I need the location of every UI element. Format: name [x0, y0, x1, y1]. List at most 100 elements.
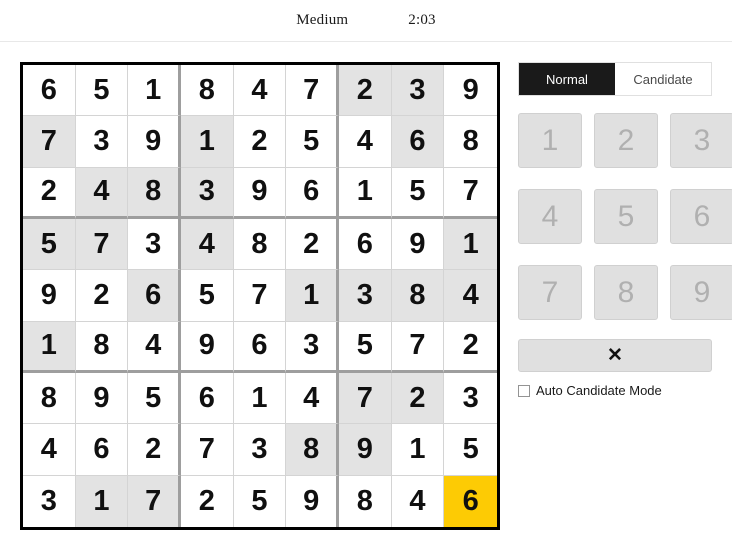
sudoku-cell[interactable]: 1	[181, 116, 234, 168]
number-button-8[interactable]: 8	[594, 265, 658, 320]
sudoku-cell[interactable]: 4	[339, 116, 392, 168]
sudoku-cell[interactable]: 5	[75, 65, 129, 117]
sudoku-cell[interactable]: 4	[75, 167, 129, 219]
sudoku-cell[interactable]: 3	[23, 475, 76, 527]
sudoku-cell[interactable]: 7	[391, 321, 445, 373]
sudoku-cell[interactable]: 1	[444, 218, 497, 271]
sudoku-cell[interactable]: 4	[286, 372, 339, 425]
sudoku-cell[interactable]: 7	[75, 218, 129, 271]
number-button-7[interactable]: 7	[518, 265, 582, 320]
sudoku-cell[interactable]: 9	[444, 65, 497, 117]
sudoku-cell[interactable]: 6	[23, 65, 76, 117]
sudoku-cell[interactable]: 1	[233, 372, 287, 425]
sudoku-cell[interactable]: 6	[75, 424, 129, 476]
sudoku-cell[interactable]: 5	[444, 424, 497, 476]
sudoku-cell[interactable]: 8	[75, 321, 129, 373]
number-button-3[interactable]: 3	[670, 113, 732, 168]
sudoku-cell[interactable]: 5	[339, 321, 392, 373]
sudoku-cell[interactable]: 7	[444, 167, 497, 219]
sudoku-cell[interactable]: 4	[391, 475, 445, 527]
sudoku-cell[interactable]: 9	[286, 475, 339, 527]
sudoku-cell[interactable]: 8	[286, 424, 339, 476]
number-button-9[interactable]: 9	[670, 265, 732, 320]
sudoku-cell[interactable]: 4	[181, 218, 234, 271]
number-button-6[interactable]: 6	[670, 189, 732, 244]
sudoku-cell[interactable]: 9	[75, 372, 129, 425]
sudoku-cell[interactable]: 4	[23, 424, 76, 476]
sudoku-cell[interactable]: 2	[128, 424, 181, 476]
sudoku-cell[interactable]: 8	[391, 270, 445, 322]
sudoku-cell[interactable]: 1	[286, 270, 339, 322]
mode-tab-normal[interactable]: Normal	[519, 63, 615, 95]
sudoku-cell[interactable]: 8	[128, 167, 181, 219]
sudoku-cell[interactable]: 7	[233, 270, 287, 322]
sudoku-cell[interactable]: 2	[339, 65, 392, 117]
sudoku-cell[interactable]: 7	[339, 372, 392, 425]
sudoku-cell[interactable]: 3	[75, 116, 129, 168]
sudoku-cell[interactable]: 9	[233, 167, 287, 219]
sudoku-cell[interactable]: 5	[128, 372, 181, 425]
sudoku-cell[interactable]: 2	[444, 321, 497, 373]
sudoku-cell[interactable]: 2	[391, 372, 445, 425]
sudoku-cell[interactable]: 3	[181, 167, 234, 219]
sudoku-cell[interactable]: 7	[23, 116, 76, 168]
mode-tab-group[interactable]: Normal Candidate	[518, 62, 712, 96]
sudoku-cell[interactable]: 7	[181, 424, 234, 476]
sudoku-cell[interactable]: 3	[391, 65, 445, 117]
sudoku-cell[interactable]: 8	[233, 218, 287, 271]
sudoku-cell[interactable]: 9	[23, 270, 76, 322]
sudoku-cell[interactable]: 4	[128, 321, 181, 373]
sudoku-cell[interactable]: 2	[286, 218, 339, 271]
sudoku-cell[interactable]: 9	[128, 116, 181, 168]
sudoku-cell[interactable]: 7	[286, 65, 339, 117]
sudoku-cell[interactable]: 2	[23, 167, 76, 219]
sudoku-cell[interactable]: 1	[23, 321, 76, 373]
sudoku-cell[interactable]: 3	[339, 270, 392, 322]
number-button-4[interactable]: 4	[518, 189, 582, 244]
number-button-1[interactable]: 1	[518, 113, 582, 168]
number-pad[interactable]: 123 456 789	[518, 113, 732, 320]
main-area: 6518472397391254682483961575734826919265…	[0, 42, 732, 530]
sudoku-cell[interactable]: 2	[75, 270, 129, 322]
sudoku-cell[interactable]: 8	[339, 475, 392, 527]
sudoku-cell[interactable]: 8	[23, 372, 76, 425]
sudoku-cell[interactable]: 2	[181, 475, 234, 527]
sudoku-cell[interactable]: 4	[233, 65, 287, 117]
sudoku-cell[interactable]: 9	[339, 424, 392, 476]
sudoku-cell[interactable]: 5	[181, 270, 234, 322]
sudoku-cell[interactable]: 9	[181, 321, 234, 373]
erase-button[interactable]: ✕	[518, 339, 712, 372]
sudoku-cell[interactable]: 7	[128, 475, 181, 527]
auto-candidate-label: Auto Candidate Mode	[536, 383, 662, 398]
sudoku-board[interactable]: 6518472397391254682483961575734826919265…	[20, 62, 500, 530]
sudoku-cell[interactable]: 1	[75, 475, 129, 527]
sudoku-cell[interactable]: 6	[391, 116, 445, 168]
auto-candidate-mode-row[interactable]: Auto Candidate Mode	[518, 383, 732, 398]
sudoku-cell[interactable]: 6	[233, 321, 287, 373]
sudoku-cell[interactable]: 6	[181, 372, 234, 425]
sudoku-cell[interactable]: 1	[128, 65, 181, 117]
auto-candidate-checkbox[interactable]	[518, 384, 530, 397]
sudoku-cell[interactable]: 8	[444, 116, 497, 168]
sudoku-cell[interactable]: 3	[233, 424, 287, 476]
sudoku-cell[interactable]: 6	[128, 270, 181, 322]
sudoku-cell[interactable]: 5	[23, 218, 76, 271]
sudoku-cell[interactable]: 5	[286, 116, 339, 168]
sudoku-cell[interactable]: 3	[286, 321, 339, 373]
sudoku-cell[interactable]: 6	[444, 475, 497, 527]
sudoku-cell[interactable]: 1	[339, 167, 392, 219]
sudoku-cell[interactable]: 6	[339, 218, 392, 271]
mode-tab-candidate[interactable]: Candidate	[615, 63, 711, 95]
sudoku-cell[interactable]: 1	[391, 424, 445, 476]
sudoku-cell[interactable]: 5	[233, 475, 287, 527]
sudoku-cell[interactable]: 5	[391, 167, 445, 219]
sudoku-cell[interactable]: 8	[181, 65, 234, 117]
sudoku-cell[interactable]: 6	[286, 167, 339, 219]
sudoku-cell[interactable]: 2	[233, 116, 287, 168]
number-button-2[interactable]: 2	[594, 113, 658, 168]
sudoku-cell[interactable]: 4	[444, 270, 497, 322]
number-button-5[interactable]: 5	[594, 189, 658, 244]
sudoku-cell[interactable]: 3	[128, 218, 181, 271]
sudoku-cell[interactable]: 9	[391, 218, 445, 271]
sudoku-cell[interactable]: 3	[444, 372, 497, 425]
